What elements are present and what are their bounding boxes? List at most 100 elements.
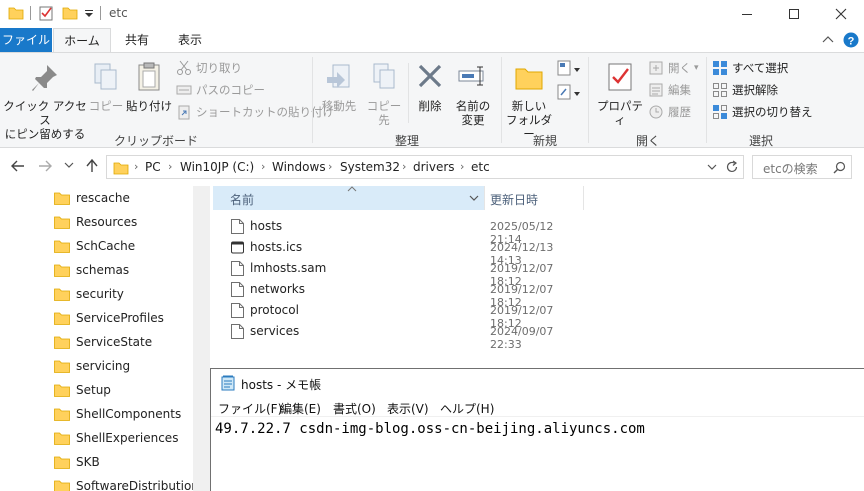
forward-arrow-icon[interactable] [37,158,53,174]
properties-button[interactable]: プロパティ [592,61,648,127]
column-filter-dropdown-icon[interactable] [469,195,479,202]
select-all-button[interactable]: すべて選択 [712,58,788,78]
separator [312,57,313,143]
select-none-button[interactable]: 選択解除 [712,80,778,100]
new-item-icon[interactable] [556,59,582,79]
column-header-name[interactable]: 名前 [213,186,485,210]
sidebar-item[interactable]: SoftwareDistribution [54,476,199,491]
file-row[interactable]: lmhosts.sam 2019/12/07 18:12 [213,258,583,288]
sidebar-item[interactable]: ServiceState [54,332,152,352]
move-to-icon [327,64,350,88]
copy-to-button[interactable]: コピー先 [362,61,406,127]
history-icon [649,105,663,119]
folder-icon [54,384,70,397]
close-button[interactable] [818,0,864,28]
folder-icon [54,240,70,253]
minimize-icon [742,14,752,15]
folder-icon [54,336,70,349]
rename-button[interactable]: 名前の 変更 [450,61,496,127]
menu-edit[interactable]: 編集(E) [280,400,321,417]
cut-button[interactable]: 切り取り [176,58,242,78]
menu-view[interactable]: 表示(V) [387,400,429,417]
paste-shortcut-button[interactable]: ショートカットの貼り付け [176,102,334,122]
file-row[interactable]: networks 2019/12/07 18:12 [213,279,583,309]
invert-selection-button[interactable]: 選択の切り替え [712,102,813,122]
tab-view[interactable]: 表示 [165,28,215,52]
menu-format[interactable]: 書式(O) [333,400,376,417]
sidebar-item[interactable]: ShellComponents [54,404,181,424]
window-title: etc [109,6,128,20]
breadcrumb-separator-icon: › [402,160,407,173]
notepad-text-area[interactable]: 49.7.22.7 csdn-img-blog.oss-cn-beijing.a… [215,421,645,437]
folder-icon [54,312,70,325]
clipboard-group-label: クリップボード [113,134,198,148]
tab-file[interactable]: ファイル [0,28,52,52]
new-folder-button[interactable]: 新しい フォルダー [504,61,554,141]
separator [588,57,589,143]
paste-button[interactable]: 貼り付け [126,61,172,113]
sidebar-item[interactable]: Resources [54,212,137,232]
tab-share[interactable]: 共有 [113,28,161,52]
up-arrow-icon[interactable] [84,158,100,174]
easy-access-icon[interactable] [556,83,582,103]
address-bar[interactable]: › PC › Win10JP (C:) › Windows › System32… [106,155,744,179]
breadcrumb-etc[interactable]: etc [471,160,490,174]
navigation-pane-scrollbar[interactable] [193,186,210,491]
sidebar-item[interactable]: ServiceProfiles [54,308,164,328]
menu-help[interactable]: ヘルプ(H) [440,400,494,417]
delete-button[interactable]: 削除 [410,61,450,113]
copy-path-button[interactable]: パスのコピー [176,80,265,100]
recent-locations-chevron-icon[interactable] [64,162,74,170]
separator [408,63,409,123]
sidebar-item[interactable]: SKB [54,452,100,472]
history-button[interactable]: 履歴 [648,102,691,122]
refresh-icon[interactable] [725,160,739,174]
search-placeholder: etcの検索 [763,162,818,176]
paste-shortcut-icon [178,105,190,120]
sidebar-item[interactable]: SchCache [54,236,135,256]
sidebar-item[interactable]: schemas [54,260,129,280]
minimize-button[interactable] [724,0,770,28]
separator [100,6,101,20]
notepad-title: hosts - メモ帳 [241,378,322,392]
ribbon-tabs: ファイル ホーム 共有 表示 ? [0,28,864,52]
address-dropdown-icon[interactable] [707,164,717,171]
open-button[interactable]: 開く ▾ [648,58,699,78]
file-row[interactable]: protocol 2019/12/07 18:12 [213,300,583,330]
close-icon [835,8,847,20]
sidebar-item[interactable]: ShellExperiences [54,428,178,448]
menu-file[interactable]: ファイル(F) [218,400,282,417]
new-folder-quick-icon[interactable] [62,5,78,21]
edit-button[interactable]: 編集 [648,80,691,100]
tab-home[interactable]: ホーム [53,28,111,52]
folder-icon [54,456,70,469]
breadcrumb-system32[interactable]: System32 [340,160,400,174]
breadcrumb-pc[interactable]: PC [145,160,161,174]
sidebar-item[interactable]: Setup [54,380,111,400]
sidebar-item[interactable]: servicing [54,356,130,376]
breadcrumb-drive[interactable]: Win10JP (C:) [180,160,254,174]
file-row[interactable]: hosts.ics 2024/12/13 14:13 [213,237,583,267]
pin-quick-access-button[interactable]: クイック アクセス にピン留めする [2,61,88,141]
properties-quick-icon[interactable] [38,5,54,21]
sidebar-item[interactable]: security [54,284,124,304]
breadcrumb-separator-icon: › [134,160,139,173]
folder-icon [8,7,24,20]
move-to-button[interactable]: 移動先 [316,61,362,113]
breadcrumb-windows[interactable]: Windows [272,160,326,174]
sidebar-item[interactable]: rescache [54,188,130,208]
search-input[interactable]: etcの検索 [752,155,852,179]
back-arrow-icon[interactable] [10,158,26,174]
paste-icon [138,62,160,91]
file-row[interactable]: hosts 2025/05/12 21:14 [213,216,583,246]
customize-quick-access-icon[interactable] [84,5,94,21]
maximize-button[interactable] [771,0,817,28]
new-folder-icon [515,68,543,90]
breadcrumb-drivers[interactable]: drivers [413,160,455,174]
copy-button[interactable]: コピー [88,61,124,113]
file-row[interactable]: services 2024/09/07 22:33 [213,321,583,351]
column-header-date[interactable]: 更新日時 [486,186,584,210]
collapse-ribbon-icon[interactable] [822,35,834,45]
select-none-icon [713,83,727,97]
help-icon[interactable]: ? [843,32,859,48]
